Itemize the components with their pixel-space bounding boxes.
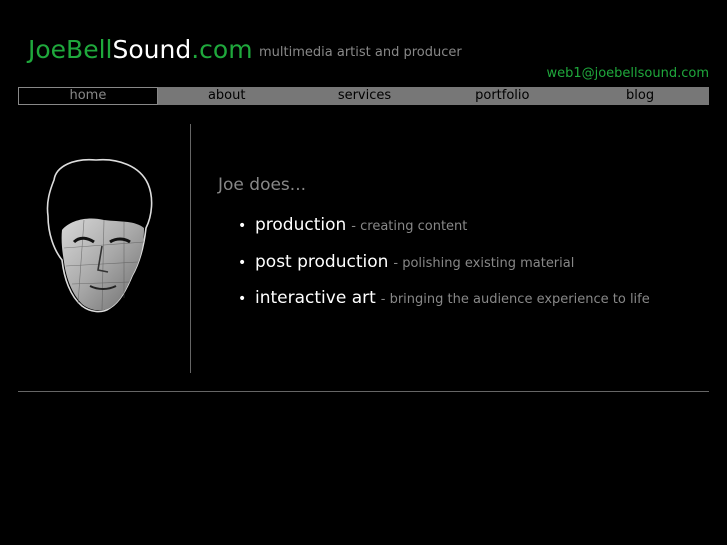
list-item-post-production: • post production - polishing existing m… [238,252,650,289]
section-heading: Joe does... [218,175,306,195]
list-item-production: • production - creating content [238,215,650,252]
item-title: post production [255,251,389,272]
logo-part-joebell: JoeBell [28,35,113,64]
nav-item-blog[interactable]: blog [571,87,709,105]
item-description: - polishing existing material [393,255,575,271]
bullet-icon: • [238,218,247,234]
portrait-image [46,158,153,313]
item-description: - bringing the audience experience to li… [380,292,650,307]
services-list: • production - creating content • post p… [238,215,650,325]
nav-item-home[interactable]: home [18,87,158,105]
nav-item-services[interactable]: services [296,87,434,105]
vertical-divider [190,124,191,373]
nav-item-about[interactable]: about [158,87,296,105]
site-logo[interactable]: JoeBellSound.com [28,33,253,67]
item-title: production [255,215,347,235]
tagline: multimedia artist and producer [259,45,462,60]
logo-part-dotcom: .com [191,35,253,64]
email-link[interactable]: web1@joebellsound.com [546,66,709,81]
logo-part-sound: Sound [112,35,192,64]
nav-item-portfolio[interactable]: portfolio [433,87,571,105]
bullet-icon: • [238,254,247,271]
horizontal-divider [18,391,709,392]
item-description: - creating content [351,219,468,234]
list-item-interactive-art: • interactive art - bringing the audienc… [238,288,650,325]
bullet-icon: • [238,291,247,307]
nav-bar: home about services portfolio blog [18,87,709,105]
item-title: interactive art [255,288,376,308]
